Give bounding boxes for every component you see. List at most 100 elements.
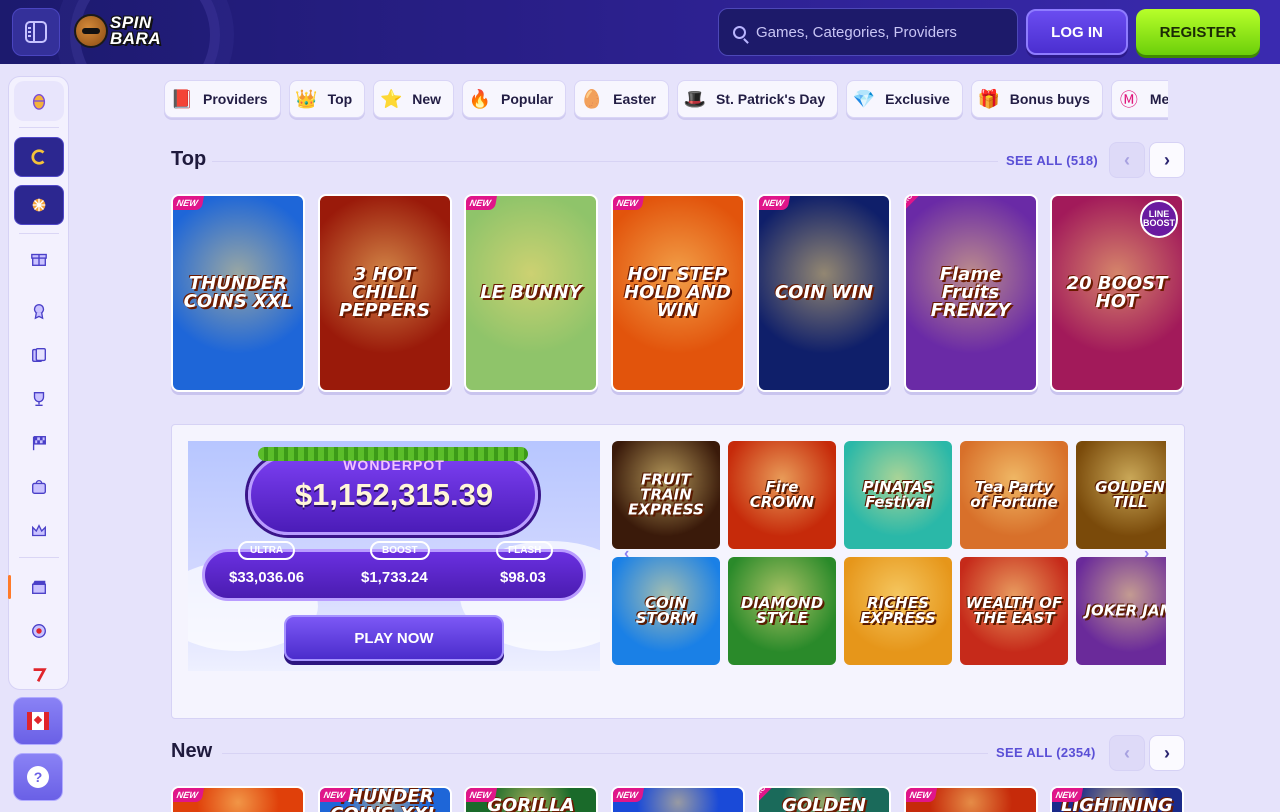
category-chip[interactable]: 💎 Exclusive [846, 80, 963, 118]
sidebar-item-achievements[interactable] [14, 291, 64, 331]
fortune-wheel-icon [32, 198, 46, 212]
category-chip-label: Megaways [1149, 91, 1168, 107]
game-badge: NEW [1052, 788, 1083, 802]
clapperboard-icon [32, 580, 46, 594]
sidebar-item-vip[interactable] [14, 511, 64, 551]
tier-badge-boost: BOOST [370, 541, 430, 560]
book-icon: 📕 [170, 88, 194, 109]
section-divider [222, 753, 988, 754]
wonderpot-label: WONDERPOT [343, 457, 445, 473]
search-box[interactable] [718, 8, 1018, 56]
help-button[interactable]: ? [13, 753, 63, 801]
game-card[interactable]: Flame Fruits FRENZY EXCLUSIVE [903, 194, 1038, 392]
jackpot-game-title: Tea Party of Fortune [970, 478, 1058, 511]
jackpot-game-title: WEALTH OF THE EAST [965, 594, 1063, 627]
new-next-button[interactable]: › [1149, 735, 1185, 771]
language-region-button[interactable] [13, 697, 63, 745]
game-card[interactable]: COIN WIN NEW [757, 194, 891, 392]
game-card[interactable]: HOT STEP HOLD AND WIN NEW [610, 194, 745, 392]
game-badge: NEW [466, 196, 497, 210]
tier-value-ultra: $33,036.06 [229, 569, 305, 586]
category-chip[interactable]: 👑 Top [288, 80, 366, 118]
category-chip-bar: 📕 Providers 👑 Top ⭐ New 🔥 Popular 🥚 Easter 🎩 St. Pa… [164, 80, 1168, 120]
sidebar-item-races[interactable] [14, 423, 64, 463]
category-chip[interactable]: 🔥 Popular [462, 80, 567, 118]
top-prev-button[interactable]: ‹ [1109, 142, 1145, 178]
jackpot-game-tile[interactable]: PINATAS Festival [844, 441, 952, 549]
jackpot-game-tile[interactable]: Fire CROWN [728, 441, 836, 549]
game-badge: LINE BOOST [1140, 200, 1178, 238]
game-card[interactable]: LIGHTNING NEW [1050, 786, 1184, 812]
wonderpot-next-arrow[interactable]: › [1144, 545, 1149, 563]
search-icon [733, 25, 746, 39]
crown-icon [32, 524, 46, 537]
capybara-mascot-icon [74, 14, 108, 48]
jackpot-game-tile[interactable]: JOKER JAM [1076, 557, 1166, 665]
gift-icon: 🎁 [977, 88, 1000, 109]
sidebar-item-gifts[interactable] [14, 239, 64, 279]
category-chip[interactable]: 📕 Providers [164, 80, 281, 118]
jackpot-game-tile[interactable]: RICHES EXPRESS [844, 557, 952, 665]
sidebar-item-wheel[interactable] [14, 185, 64, 225]
coin-icon [31, 149, 45, 165]
sidebar-item-slots[interactable] [8, 567, 64, 607]
sidebar-panel-icon [25, 21, 47, 43]
game-card[interactable]: THUNDER COINS XXLNEW [317, 786, 452, 812]
game-card[interactable]: GOLDENEXCLUSIVE [757, 786, 891, 812]
jackpot-game-tile[interactable]: COIN STORM [612, 557, 720, 665]
game-card[interactable]: 3 HOT CHILLI PEPPERS [317, 194, 452, 392]
game-card[interactable]: THUNDER COINS XXL NEW [171, 194, 305, 392]
game-card-title: THUNDER COINS XXL [183, 273, 293, 312]
game-badge: NEW [612, 196, 644, 210]
wonderpot-prev-arrow[interactable]: ‹ [624, 545, 629, 563]
game-card[interactable]: NEW [610, 786, 745, 812]
game-card-title: LE BUNNY [480, 282, 582, 303]
category-chip[interactable]: ⭐ New [373, 80, 455, 118]
sidebar-item-jackpots[interactable] [14, 655, 64, 695]
register-button[interactable]: REGISTER [1136, 9, 1260, 55]
trophy-icon [33, 392, 45, 406]
see-all-top-link[interactable]: SEE ALL (518) [1006, 153, 1098, 168]
game-badge: NEW [173, 788, 204, 802]
jackpot-game-tile[interactable]: DIAMOND STYLE [728, 557, 836, 665]
category-chip-label: St. Patrick's Day [715, 91, 826, 107]
game-card[interactable]: 20 BOOST HOT LINE BOOST [1050, 194, 1184, 392]
jackpot-game-tile[interactable]: GOLDEN TILL [1076, 441, 1166, 549]
game-badge: NEW [759, 196, 790, 210]
new-prev-button[interactable]: ‹ [1109, 735, 1145, 771]
sidebar-item-tournaments[interactable] [14, 379, 64, 419]
poker-chip-icon [32, 624, 46, 638]
sidebar-item-easter[interactable] [14, 81, 64, 121]
jackpot-game-title: RICHES EXPRESS [860, 594, 936, 627]
game-badge: NEW [612, 788, 644, 802]
search-input[interactable] [756, 23, 1006, 41]
sidebar-item-shop[interactable] [14, 467, 64, 507]
crown-icon: 👑 [295, 88, 318, 109]
sidebar-item-cards[interactable] [14, 335, 64, 375]
jackpot-game-tile[interactable]: FRUIT TRAIN EXPRESS [612, 441, 720, 549]
game-card[interactable]: LE BUNNY NEW [464, 194, 598, 392]
section-title-new: New [171, 740, 213, 762]
logo-text-line2: BARA [110, 29, 162, 48]
play-now-button[interactable]: PLAY NOW [284, 615, 504, 661]
jackpot-game-tile[interactable]: Tea Party of Fortune [960, 441, 1068, 549]
category-chip[interactable]: 🥚 Easter [574, 80, 669, 118]
game-card[interactable]: NEW [171, 786, 305, 812]
game-card-title: 3 HOT CHILLI PEPPERS [339, 264, 430, 321]
sidebar-toggle-button[interactable] [12, 8, 60, 56]
category-chip[interactable]: 🎁 Bonus buys [970, 80, 1103, 118]
game-badge: NEW [173, 196, 204, 210]
jackpot-game-tile[interactable]: WEALTH OF THE EAST [960, 557, 1068, 665]
site-logo[interactable]: SPIN BARA [74, 10, 184, 52]
category-chip[interactable]: 🎩 St. Patrick's Day [676, 80, 839, 118]
game-card[interactable]: GORILLA NEW [464, 786, 598, 812]
category-chip[interactable]: Ⓜ Megaways [1110, 80, 1168, 118]
leprechaun-hat-icon: 🎩 [683, 88, 707, 109]
top-next-button[interactable]: › [1149, 142, 1185, 178]
sidebar-item-live-casino[interactable] [14, 611, 64, 651]
login-button[interactable]: LOG IN [1026, 9, 1128, 55]
see-all-new-link[interactable]: SEE ALL (2354) [996, 745, 1096, 760]
game-card[interactable]: NEW [903, 786, 1038, 812]
jackpot-game-title: Fire CROWN [749, 478, 815, 511]
sidebar-item-coins[interactable] [14, 137, 64, 177]
